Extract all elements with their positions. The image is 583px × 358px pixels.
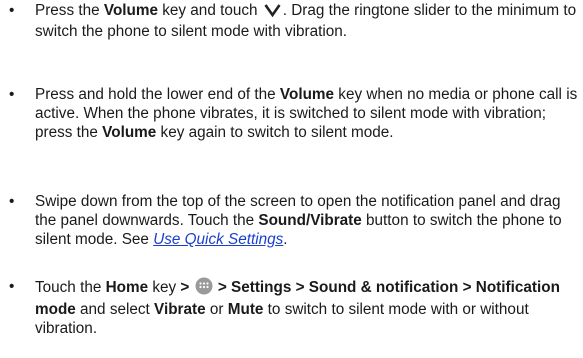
volume-key-label: Volume [279, 86, 335, 103]
text-run: key again to switch to silent mode. [156, 124, 394, 141]
volume-key-label: Volume [103, 2, 158, 19]
text-run: key and touch [158, 2, 262, 19]
mute-option-label: Mute [227, 301, 264, 318]
use-quick-settings-link[interactable]: Use Quick Settings [153, 231, 283, 248]
item-text: Press the Volume key and touch . Drag th… [35, 1, 580, 41]
bullet: • [9, 2, 15, 19]
text-run: . [283, 231, 288, 248]
chevron-down-icon [264, 3, 281, 22]
arrow-separator: > [180, 279, 190, 296]
item-text: Press and hold the lower end of the Volu… [35, 85, 580, 142]
vibrate-option-label: Vibrate [154, 301, 206, 318]
volume-key-label: Volume [102, 124, 157, 141]
item-text: Swipe down from the top of the screen to… [35, 192, 580, 249]
bullet: • [9, 193, 15, 210]
text-run: key [148, 279, 181, 296]
text-run: Touch the [35, 279, 106, 296]
text-run: Press the [35, 2, 104, 19]
bullet: • [9, 278, 15, 295]
apps-icon [195, 277, 213, 300]
text-run: and select [75, 301, 155, 318]
home-key-label: Home [105, 279, 149, 296]
item-text: Touch the Home key > > Settings > Sound … [35, 277, 580, 338]
bullet: • [9, 86, 15, 103]
sound-vibrate-label: Sound/Vibrate [258, 212, 362, 229]
text-run: Press and hold the lower end of the [35, 86, 280, 103]
text-run: or [205, 301, 228, 318]
